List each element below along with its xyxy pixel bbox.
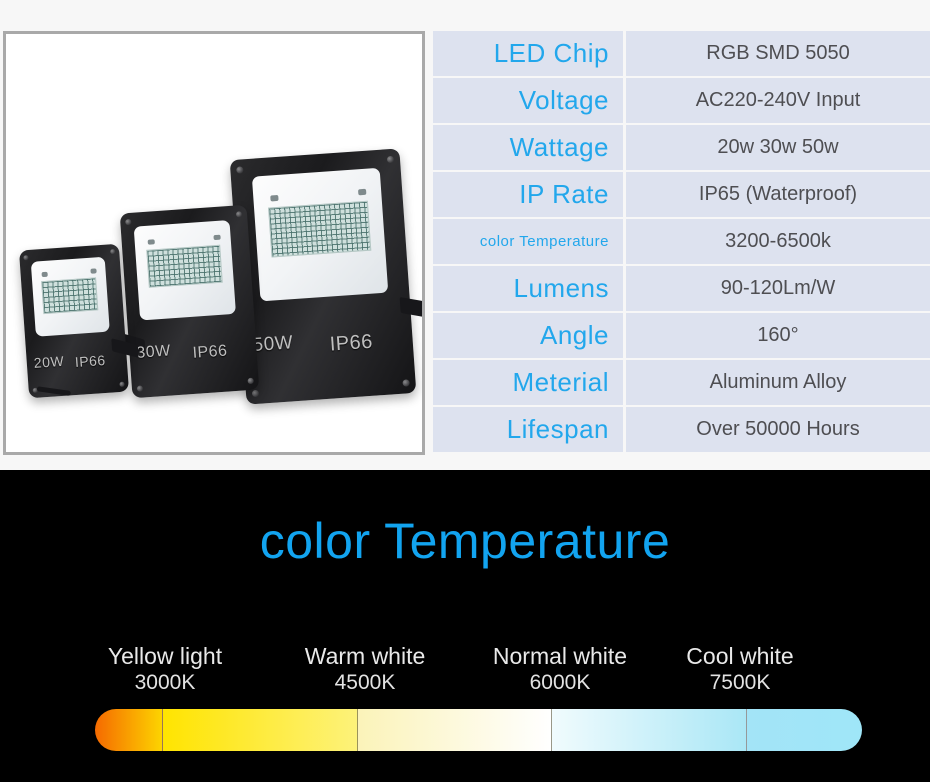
top-section: 50W IP66 30W IP66 20W IP66 LED Chip RGB … [0,0,930,470]
spec-key-meterial: Meterial [433,360,623,405]
gradient-segment-5 [747,709,862,751]
spec-key-voltage: Voltage [433,78,623,123]
floodlight-watt-label-20w: 20W [33,352,65,371]
table-row: Wattage 20w 30w 50w [433,125,930,170]
spec-key-ip-rate: IP Rate [433,172,623,217]
floodlight-watt-label-30w: 30W [135,342,172,362]
floodlight-30w: 30W IP66 [113,204,260,399]
temp-label-group-cool-white: Cool white 7500K [640,642,840,696]
floodlight-ip-label-30w: IP66 [192,342,229,362]
floodlight-ip-label-20w: IP66 [74,351,107,371]
color-temperature-gradient-bar [95,709,862,751]
color-temperature-title: color Temperature [259,513,671,569]
led-array [41,277,99,315]
gradient-segment-3 [358,709,552,751]
spec-key-lumens: Lumens [433,266,623,311]
emitter-left [270,194,279,202]
table-row: LED Chip RGB SMD 5050 [433,31,930,76]
floodlight-20w: 20W IP66 [18,243,139,399]
spec-value-color-temperature: 3200-6500k [626,219,930,264]
spec-value-led-chip: RGB SMD 5050 [626,31,930,76]
spec-value-lumens: 90-120Lm/W [626,266,930,311]
temp-label-group-yellow-light: Yellow light 3000K [65,642,265,696]
specification-table: LED Chip RGB SMD 5050 Voltage AC220-240V… [433,31,930,456]
spec-key-angle: Angle [433,313,623,358]
table-row: Meterial Aluminum Alloy [433,360,930,405]
spec-key-led-chip: LED Chip [433,31,623,76]
spec-value-meterial: Aluminum Alloy [626,360,930,405]
temp-label-group-normal-white: Normal white 6000K [460,642,660,696]
temp-kelvin: 7500K [709,671,771,694]
gradient-segment-2 [163,709,358,751]
led-array [146,244,223,288]
temp-name: Warm white [304,643,426,669]
gradient-segment-1 [95,709,163,751]
spec-value-angle: 160° [626,313,930,358]
spec-value-lifespan: Over 50000 Hours [626,407,930,452]
spec-key-lifespan: Lifespan [433,407,623,452]
table-row: Voltage AC220-240V Input [433,78,930,123]
table-row: Lifespan Over 50000 Hours [433,407,930,452]
spec-value-ip-rate: IP65 (Waterproof) [626,172,930,217]
gradient-segment-4 [552,709,747,751]
spec-key-color-temperature: color Temperature [433,219,623,264]
emitter-right [90,268,97,274]
emitter-right [213,234,221,241]
emitter-right [358,188,367,196]
floodlight-ip-label-50w: IP66 [329,330,374,356]
spec-value-voltage: AC220-240V Input [626,78,930,123]
table-row: IP Rate IP65 (Waterproof) [433,172,930,217]
emitter-left [41,271,48,278]
led-array [268,200,372,258]
table-row: Lumens 90-120Lm/W [433,266,930,311]
floodlight-watt-label-50w: 50W [251,332,294,357]
temp-name: Yellow light [107,643,223,669]
temp-kelvin: 3000K [134,671,196,694]
table-row: Angle 160° [433,313,930,358]
spec-key-wattage: Wattage [433,125,623,170]
table-row: color Temperature 3200-6500k [433,219,930,264]
temp-kelvin: 4500K [334,671,396,694]
temp-label-group-warm-white: Warm white 4500K [265,642,465,696]
emitter-left [147,239,155,245]
temp-kelvin: 6000K [529,671,591,694]
product-photo: 50W IP66 30W IP66 20W IP66 [6,34,422,452]
temp-name: Normal white [492,643,628,669]
spec-value-wattage: 20w 30w 50w [626,125,930,170]
temp-name: Cool white [686,643,794,669]
product-spec-page: 50W IP66 30W IP66 20W IP66 LED Chip RGB … [0,0,930,782]
product-photo-panel: 50W IP66 30W IP66 20W IP66 [3,31,425,455]
